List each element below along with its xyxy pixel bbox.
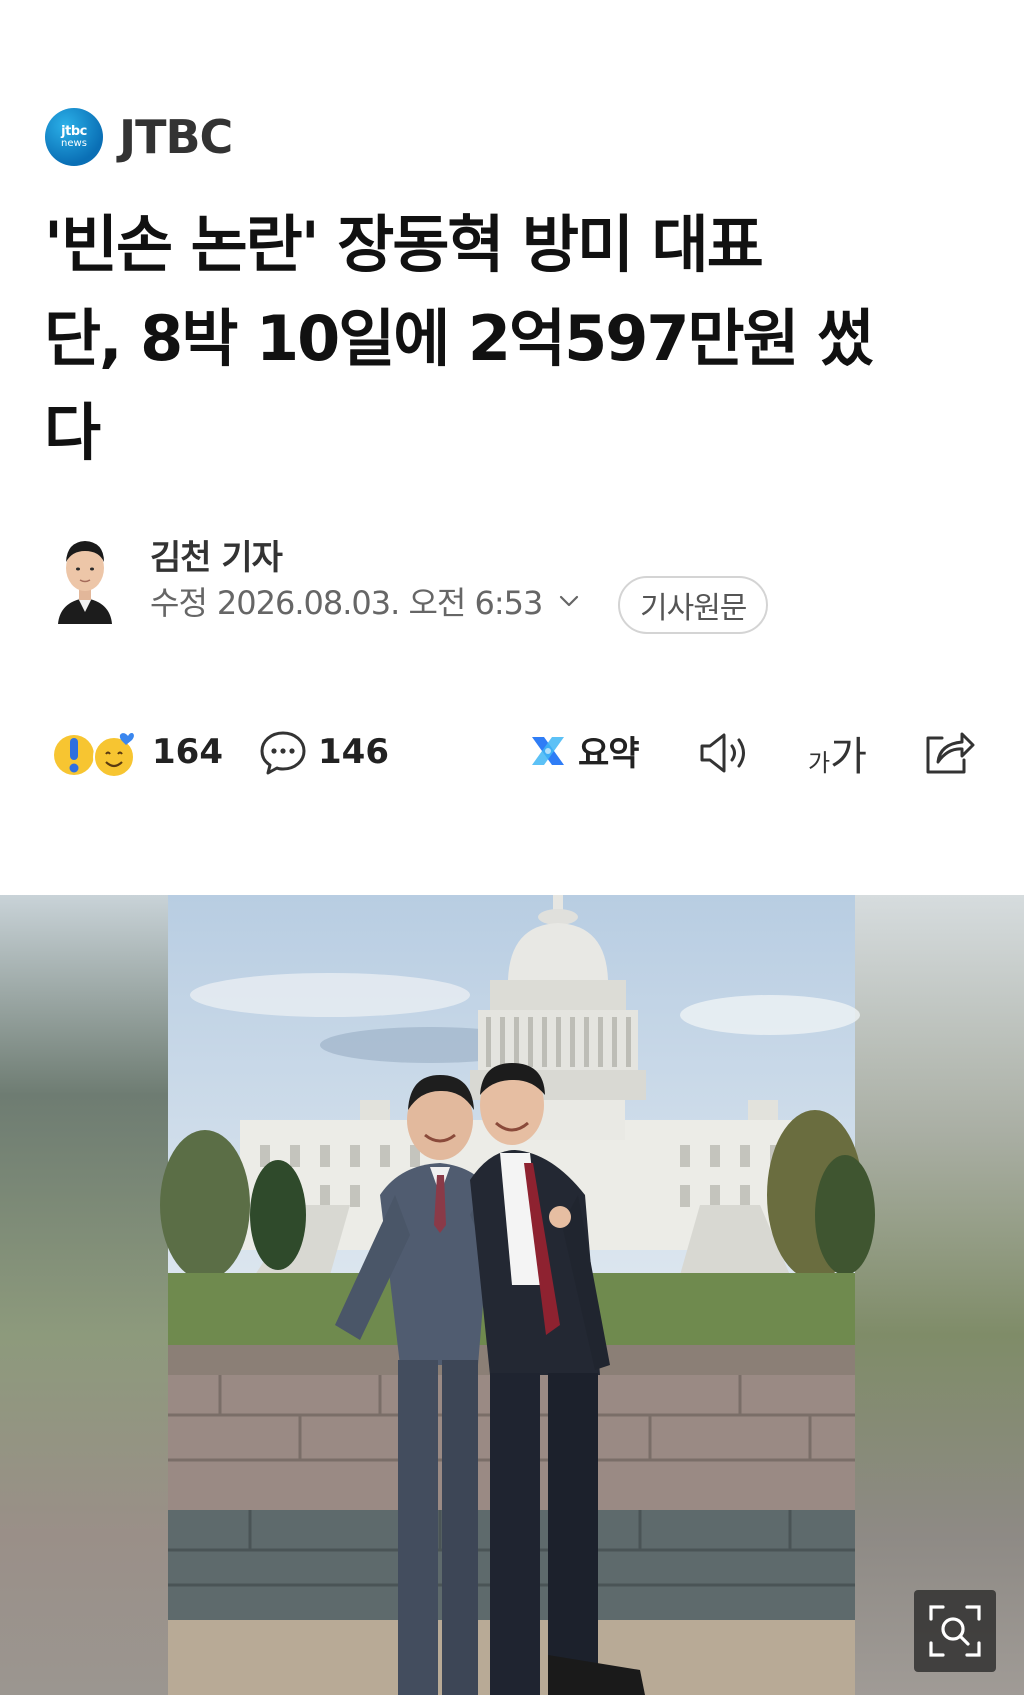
font-size-large: 가 — [830, 734, 867, 780]
share-icon[interactable] — [920, 726, 976, 778]
zoom-icon — [929, 1605, 981, 1657]
title-line: 단, 8박 10일에 2억597만원 썼 — [44, 302, 874, 375]
original-article-button[interactable]: 기사원문 — [618, 576, 769, 634]
title-line: '빈손 논란' 장동혁 방미 대표 — [44, 208, 764, 281]
byline-meta[interactable]: 수정 2026.08.03. 오전 6:53 — [150, 578, 582, 624]
reaction-count[interactable]: 164 — [152, 732, 223, 772]
speech-bubble-icon[interactable] — [258, 728, 308, 778]
reporter-avatar[interactable] — [52, 532, 118, 624]
title-line: 다 — [44, 396, 101, 469]
zoom-button[interactable] — [914, 1590, 996, 1672]
action-bar: 164 146 요약 가 가 — [0, 720, 1024, 790]
edit-status: 수정 — [150, 584, 208, 622]
article-photo[interactable] — [0, 895, 1024, 1695]
summary-label: 요약 — [578, 734, 640, 774]
article-title: '빈손 논란' 장동혁 방미 대표 단, 8박 10일에 2억597만원 썼 다 — [44, 198, 994, 480]
article-datetime: 2026.08.03. 오전 6:53 — [216, 584, 543, 622]
font-size-button[interactable]: 가 가 — [808, 724, 867, 782]
ai-summary-icon — [532, 736, 564, 765]
font-size-small: 가 — [808, 749, 831, 777]
article-page: jtbc news JTBC '빈손 논란' 장동혁 방미 대표 단, 8박 1… — [0, 0, 1024, 1695]
jtbc-logo-icon[interactable]: jtbc news — [45, 108, 103, 166]
smile-heart-face-icon — [93, 733, 135, 778]
logo-subtext: news — [61, 138, 87, 149]
comment-count[interactable]: 146 — [318, 732, 389, 772]
summary-button[interactable]: 요약 — [528, 726, 640, 775]
reaction-icons[interactable] — [52, 727, 142, 783]
press-name[interactable]: JTBC — [119, 110, 233, 164]
reporter-name[interactable]: 김천 기자 — [150, 530, 283, 579]
speaker-icon[interactable] — [696, 728, 754, 778]
exclamation-face-icon — [54, 735, 94, 775]
chevron-down-icon[interactable] — [556, 588, 582, 614]
press-header[interactable]: jtbc news JTBC — [45, 108, 233, 166]
logo-text: jtbc — [61, 124, 87, 139]
